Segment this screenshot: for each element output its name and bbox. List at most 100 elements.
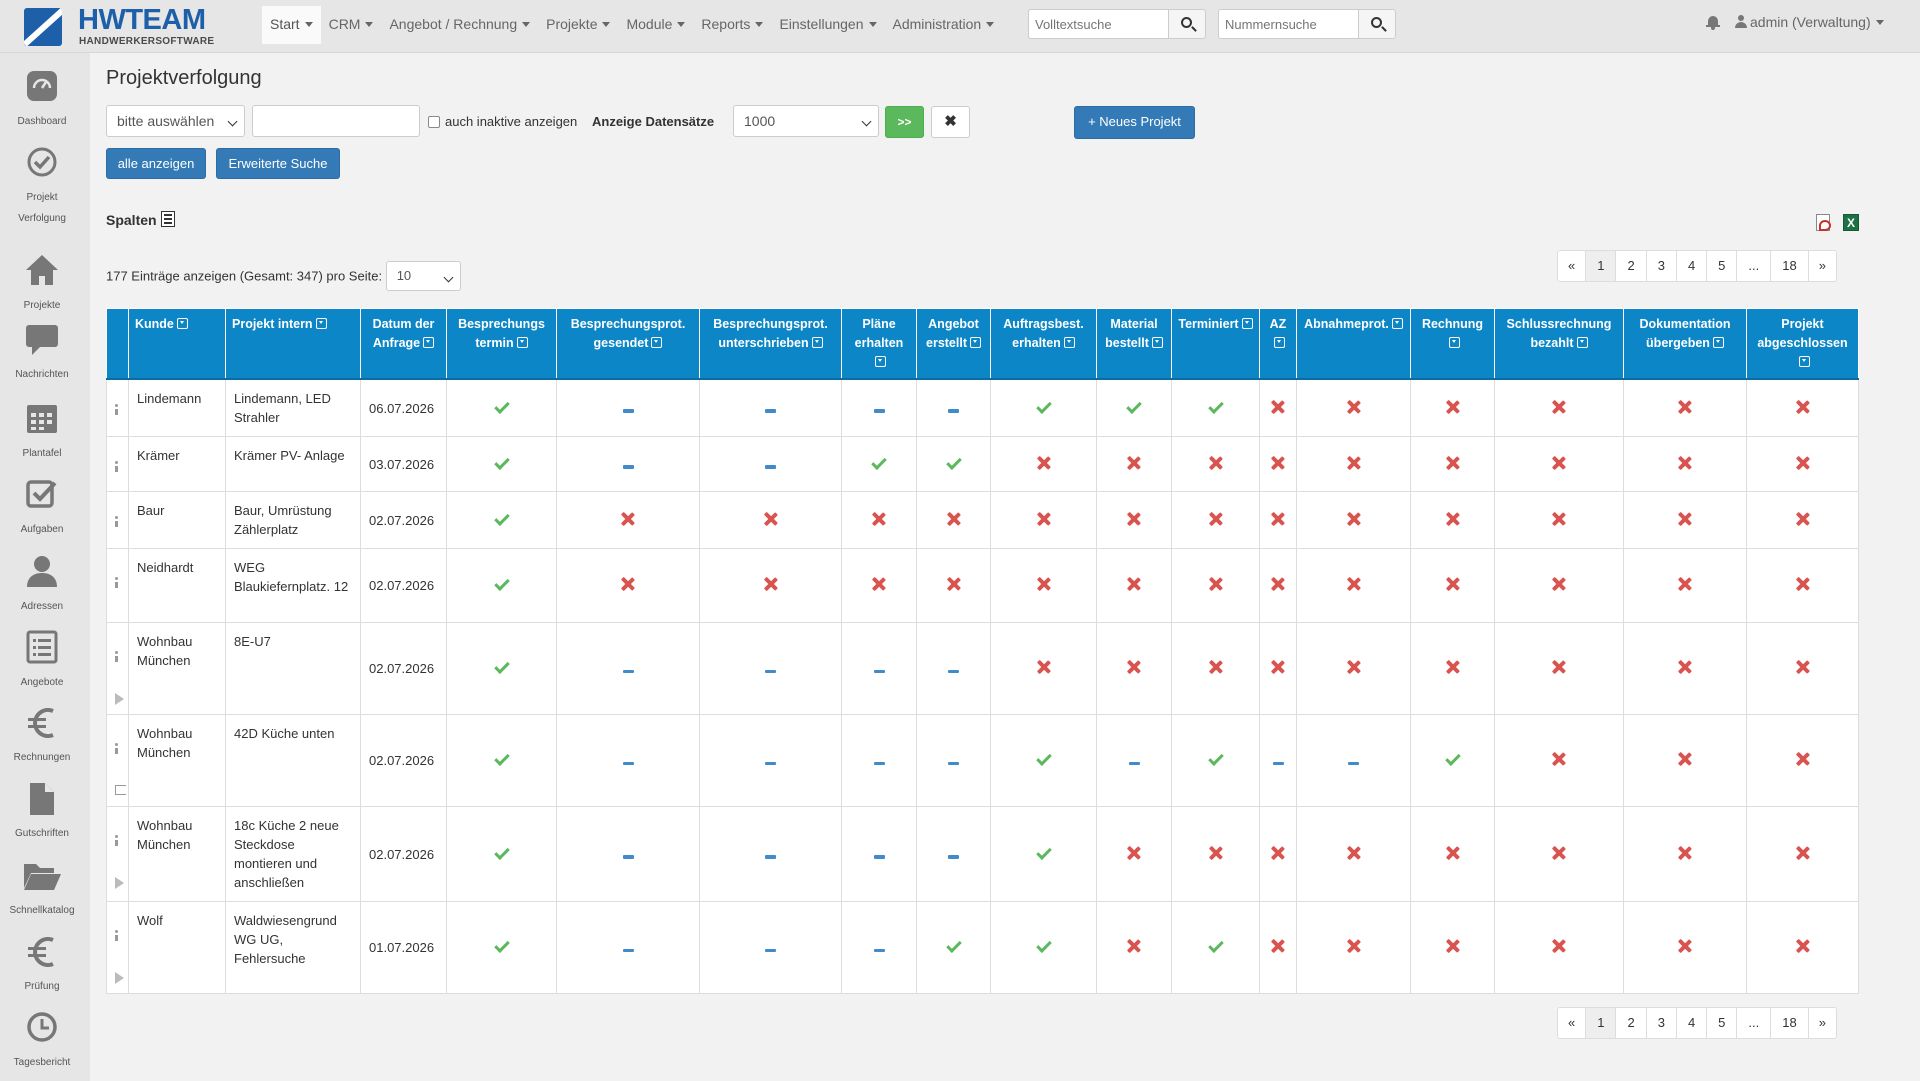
column-header[interactable]: Besprechungsprot. gesendet <box>556 308 700 380</box>
status-cell[interactable] <box>990 491 1097 549</box>
status-cell[interactable] <box>1259 901 1297 994</box>
column-header[interactable]: Besprechungsprot. unterschrieben <box>699 308 842 380</box>
status-cell[interactable] <box>1296 378 1411 437</box>
column-header[interactable]: Pläne erhalten <box>841 308 917 380</box>
sort-icon[interactable] <box>315 318 327 329</box>
cell-projekt[interactable]: Baur, Umrüstung Zählerplatz <box>225 491 361 549</box>
pdf-export-icon[interactable] <box>1816 214 1831 231</box>
sort-icon[interactable] <box>423 337 435 348</box>
number-search-input[interactable] <box>1218 9 1358 39</box>
status-cell[interactable] <box>1746 714 1859 807</box>
status-cell[interactable] <box>1096 622 1172 715</box>
status-cell[interactable] <box>1296 491 1411 549</box>
status-cell[interactable] <box>1296 714 1411 807</box>
status-cell[interactable] <box>1171 714 1260 807</box>
column-header[interactable]: Dokumentation übergeben <box>1623 308 1747 380</box>
status-cell[interactable] <box>1494 714 1624 807</box>
status-cell[interactable] <box>1171 901 1260 994</box>
page-link-7[interactable]: 18 <box>1770 1008 1807 1038</box>
status-cell[interactable] <box>1746 378 1859 437</box>
per-page-select[interactable]: 10 <box>385 261 461 291</box>
status-cell[interactable] <box>1259 806 1297 902</box>
info-icon[interactable] <box>115 461 118 472</box>
page-link-0[interactable]: « <box>1558 1008 1585 1038</box>
status-cell[interactable] <box>1296 548 1411 623</box>
fulltext-search-button[interactable] <box>1168 9 1206 39</box>
status-cell[interactable] <box>446 806 557 902</box>
status-cell[interactable] <box>699 436 842 492</box>
status-cell[interactable] <box>1410 806 1495 902</box>
status-cell[interactable] <box>841 622 917 715</box>
page-link-6[interactable]: ... <box>1736 1008 1770 1038</box>
status-cell[interactable] <box>1171 436 1260 492</box>
page-link-5[interactable]: 5 <box>1706 251 1736 281</box>
status-cell[interactable] <box>1746 436 1859 492</box>
sort-icon[interactable] <box>651 337 663 348</box>
status-cell[interactable] <box>1623 714 1747 807</box>
status-cell[interactable] <box>841 901 917 994</box>
status-cell[interactable] <box>841 378 917 437</box>
status-cell[interactable] <box>1259 714 1297 807</box>
page-link-0[interactable]: « <box>1558 251 1585 281</box>
sort-icon[interactable] <box>516 337 528 348</box>
status-cell[interactable] <box>841 806 917 902</box>
nav-item-5[interactable]: Reports <box>693 6 771 44</box>
status-cell[interactable] <box>446 378 557 437</box>
page-link-1[interactable]: 1 <box>1585 251 1616 281</box>
play-icon[interactable] <box>115 693 124 705</box>
page-link-3[interactable]: 3 <box>1645 1008 1676 1038</box>
column-header[interactable]: Rechnung <box>1410 308 1495 380</box>
column-header[interactable]: AZ <box>1259 308 1297 380</box>
status-cell[interactable] <box>990 378 1097 437</box>
status-cell[interactable] <box>916 714 991 807</box>
column-header[interactable]: Abnahmeprot. <box>1296 308 1411 380</box>
status-cell[interactable] <box>556 548 700 623</box>
nav-item-4[interactable]: Module <box>618 6 693 44</box>
status-cell[interactable] <box>1296 901 1411 994</box>
status-cell[interactable] <box>1494 491 1624 549</box>
status-cell[interactable] <box>1494 436 1624 492</box>
column-header[interactable]: Material bestellt <box>1096 308 1172 380</box>
info-icon[interactable] <box>115 743 118 754</box>
status-cell[interactable] <box>990 714 1097 807</box>
apply-filter-button[interactable]: >> <box>885 106 924 138</box>
filter-text-input[interactable] <box>252 105 420 137</box>
status-cell[interactable] <box>1259 491 1297 549</box>
sidebar-item-angebote[interactable]: Angebote <box>0 630 84 693</box>
sort-icon[interactable] <box>1063 337 1075 348</box>
page-link-2[interactable]: 2 <box>1615 1008 1645 1038</box>
status-cell[interactable] <box>1171 806 1260 902</box>
status-cell[interactable] <box>1623 378 1747 437</box>
sort-icon[interactable] <box>1274 337 1285 348</box>
column-header[interactable]: Datum der Anfrage <box>360 308 447 380</box>
status-cell[interactable] <box>990 436 1097 492</box>
sidebar-item-projekt[interactable]: Projekt Verfolgung <box>0 145 84 229</box>
status-cell[interactable] <box>1096 714 1172 807</box>
status-cell[interactable] <box>556 901 700 994</box>
fulltext-search-input[interactable] <box>1028 9 1168 39</box>
status-cell[interactable] <box>1259 436 1297 492</box>
status-cell[interactable] <box>841 491 917 549</box>
status-cell[interactable] <box>990 548 1097 623</box>
nav-item-1[interactable]: CRM <box>321 6 382 44</box>
status-cell[interactable] <box>446 548 557 623</box>
status-cell[interactable] <box>1410 901 1495 994</box>
page-link-2[interactable]: 2 <box>1615 251 1645 281</box>
status-cell[interactable] <box>841 714 917 807</box>
column-header[interactable]: Kunde <box>128 308 226 380</box>
status-cell[interactable] <box>1410 436 1495 492</box>
status-cell[interactable] <box>699 548 842 623</box>
page-link-8[interactable]: » <box>1807 1008 1836 1038</box>
page-link-3[interactable]: 3 <box>1645 251 1676 281</box>
status-cell[interactable] <box>1171 378 1260 437</box>
page-link-1[interactable]: 1 <box>1585 1008 1616 1038</box>
cell-projekt[interactable]: Lindemann, LED Strahler <box>225 378 361 437</box>
sort-icon[interactable] <box>811 337 823 348</box>
status-cell[interactable] <box>841 436 917 492</box>
new-project-button[interactable]: + Neues Projekt <box>1074 106 1195 139</box>
status-cell[interactable] <box>1746 806 1859 902</box>
status-cell[interactable] <box>1096 548 1172 623</box>
checkbox-box[interactable] <box>428 116 440 128</box>
sort-icon[interactable] <box>176 318 188 329</box>
sort-icon[interactable] <box>875 356 886 367</box>
